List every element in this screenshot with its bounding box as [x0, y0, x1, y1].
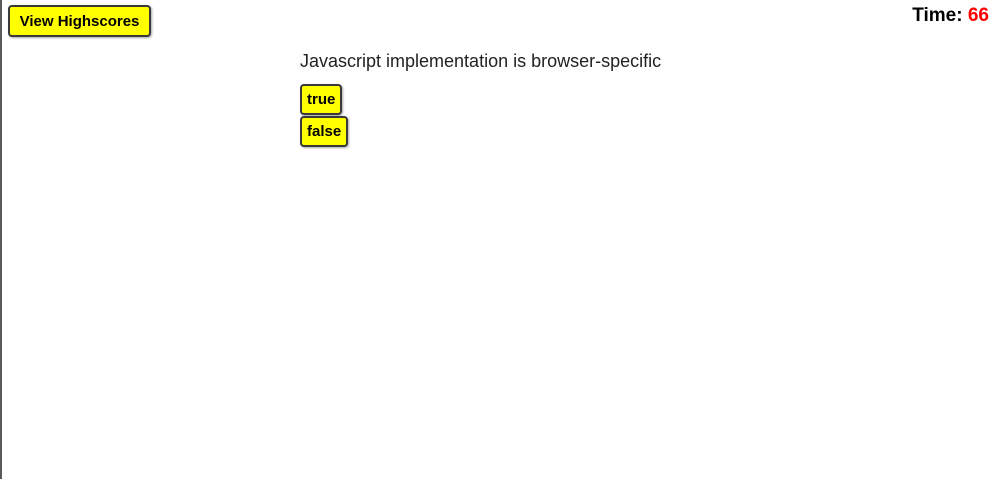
timer-label: Time:	[912, 5, 963, 26]
timer: Time: 66	[912, 5, 989, 27]
answer-true-button[interactable]: true	[300, 84, 343, 115]
answer-false-button[interactable]: false	[300, 116, 349, 147]
quiz-panel: Javascript implementation is browser-spe…	[300, 51, 661, 147]
view-highscores-button[interactable]: View Highscores	[8, 5, 151, 37]
timer-value: 66	[967, 5, 989, 26]
question-text: Javascript implementation is browser-spe…	[300, 51, 662, 71]
answer-list: true false	[300, 84, 661, 147]
